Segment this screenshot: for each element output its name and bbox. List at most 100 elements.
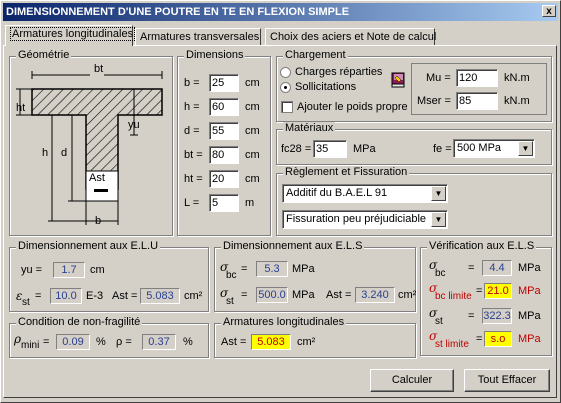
dim-bt-input[interactable]: 80: [209, 146, 239, 164]
elu-ast-label: Ast =: [112, 290, 138, 302]
els-ast-unit: cm²: [398, 289, 417, 301]
dim-b-label: b =: [184, 77, 200, 89]
d-label: d: [61, 147, 68, 159]
fc28-unit: MPa: [353, 143, 376, 155]
armlong-ast-unit: cm²: [297, 336, 316, 348]
fissuration-select[interactable]: Fissuration peu préjudiciable ▼: [282, 210, 448, 229]
dim-h-unit: cm: [245, 101, 260, 113]
els-bc-sub: bc: [226, 270, 237, 281]
dim-l-input[interactable]: 5: [209, 194, 239, 212]
h-label: h: [42, 147, 49, 159]
dim-h-label: h =: [184, 101, 200, 113]
tab-armatures-longitudinales[interactable]: Armatures longitudinales: [5, 25, 136, 46]
dim-b-unit: cm: [245, 77, 260, 89]
armatures-long-caption: Armatures longitudinales: [221, 316, 347, 328]
b-label: b: [95, 215, 102, 227]
charges-reparties-radio[interactable]: [280, 67, 291, 78]
mu-unit: kN.m: [504, 72, 530, 84]
book-icon[interactable]: [389, 71, 407, 89]
dim-l-unit: m: [245, 197, 255, 209]
chevron-down-icon[interactable]: ▼: [431, 186, 446, 201]
els-ast-value: 3.240: [355, 287, 395, 303]
ver-bc-sub: bc: [435, 268, 446, 279]
elu-epsilon-sub: st: [22, 297, 30, 308]
ver-sbc-value: 4.4: [482, 260, 512, 276]
ver-sst-unit: MPa: [518, 310, 541, 322]
dim-l-label: L =: [184, 197, 200, 209]
elu-epsilon-unit: E-3: [86, 290, 104, 302]
mu-input[interactable]: 120: [456, 69, 498, 87]
ver-sst-lim-value: s.o: [484, 331, 512, 347]
tab-armatures-transversales[interactable]: Armatures transversales: [135, 28, 261, 45]
armatures-long-group: Armatures longitudinales Ast = 5.083 cm²: [214, 316, 416, 358]
ver-sst-value: 322.3: [482, 308, 512, 324]
elu-ast-value: 5.083: [140, 288, 180, 304]
ver-sst-eq: =: [468, 310, 475, 322]
ver-sbc-lim-eq: =: [476, 285, 483, 297]
dim-ht-label: ht =: [184, 173, 203, 185]
poids-propre-checkbox[interactable]: [281, 101, 293, 113]
yu-label: yu: [128, 119, 140, 131]
calculer-button[interactable]: Calculer: [370, 369, 454, 392]
elu-yu-unit: cm: [90, 264, 105, 276]
dim-bt-unit: cm: [245, 149, 260, 161]
elu-epsilon-eq: =: [35, 290, 42, 302]
dim-ht-input[interactable]: 20: [209, 170, 239, 188]
sollicitations-label: Sollicitations: [295, 81, 357, 93]
rho-label: ρ =: [116, 336, 132, 348]
rho-value: 0.37: [142, 334, 176, 350]
els-st-sub: st: [226, 296, 234, 307]
rho-mini-value: 0.09: [56, 334, 90, 350]
elu-yu-label: yu =: [21, 264, 43, 276]
els-caption: Dimensionnement aux E.L.S: [221, 240, 365, 252]
fe-value: 500 MPa: [457, 142, 502, 154]
fissuration-value: Fissuration peu préjudiciable: [286, 213, 427, 225]
tab-label: Armatures longitudinales: [10, 27, 136, 41]
geometrie-group: Géométrie bt ht h d yu Ast b: [9, 49, 173, 236]
tee-beam-section-drawing: [16, 67, 163, 225]
tab-panel: Géométrie bt ht h d yu Ast b Dimensions …: [3, 45, 557, 398]
els-sbc-unit: MPa: [292, 263, 315, 275]
main-window: DIMENSIONNEMENT D'UNE POUTRE EN TE EN FL…: [0, 0, 561, 403]
armlong-ast-value: 5.083: [251, 334, 291, 350]
fc28-input[interactable]: 35: [313, 140, 347, 158]
mu-label: Mu =: [426, 72, 451, 84]
chevron-down-icon[interactable]: ▼: [431, 212, 446, 227]
moments-box: Mu = 120 kN.m Mser = 85 kN.m: [411, 63, 547, 115]
dimensions-caption: Dimensions: [184, 49, 246, 61]
rho-mini-symbol: ρ: [14, 332, 22, 346]
sollicitations-radio[interactable]: [280, 82, 291, 93]
fe-select[interactable]: 500 MPa ▼: [453, 139, 535, 158]
close-button[interactable]: x: [542, 5, 556, 17]
dim-b-input[interactable]: 25: [209, 74, 239, 92]
chevron-down-icon[interactable]: ▼: [518, 141, 533, 156]
elu-yu-value: 1.7: [53, 262, 85, 278]
geometrie-caption: Géométrie: [16, 49, 72, 61]
fragilite-caption: Condition de non-fragilité: [16, 316, 143, 328]
rho-mini-pct: %: [96, 336, 106, 348]
mser-label: Mser =: [417, 95, 451, 107]
ht-label: ht: [16, 102, 26, 114]
ver-sbc-lim-value: 21.0: [484, 283, 512, 299]
fc28-label: fc28 =: [281, 143, 312, 155]
chargement-group: Chargement Charges réparties Sollicitati…: [276, 49, 552, 122]
armlong-ast-label: Ast =: [221, 336, 247, 348]
ver-st-limite-sub: st limite: [435, 339, 469, 350]
poids-propre-label: Ajouter le poids propre: [297, 101, 408, 113]
mser-input[interactable]: 85: [456, 92, 498, 110]
materiaux-group: Matériaux fc28 = 35 MPa fe = 500 MPa ▼: [276, 122, 552, 165]
reglement-select[interactable]: Additif du B.A.E.L 91 ▼: [282, 184, 448, 203]
ver-sbc-eq: =: [468, 262, 475, 274]
reglement-group: Règlement et Fissuration Additif du B.A.…: [276, 166, 552, 236]
els-group: Dimensionnement aux E.L.S σ bc = 5.3 MPa…: [214, 240, 417, 312]
ver-sst-lim-unit: MPa: [518, 333, 541, 345]
tout-effacer-button[interactable]: Tout Effacer: [464, 369, 550, 392]
tab-choix-aciers[interactable]: Choix des aciers et Note de calcul: [265, 28, 436, 45]
chargement-caption: Chargement: [283, 49, 348, 61]
elu-caption: Dimensionnement aux E.L.U: [16, 240, 161, 252]
dim-h-input[interactable]: 60: [209, 98, 239, 116]
dim-d-input[interactable]: 55: [209, 122, 239, 140]
verification-caption: Vérification aux E.L.S: [427, 240, 537, 252]
window-title: DIMENSIONNEMENT D'UNE POUTRE EN TE EN FL…: [6, 6, 350, 18]
charges-reparties-label: Charges réparties: [295, 66, 383, 78]
